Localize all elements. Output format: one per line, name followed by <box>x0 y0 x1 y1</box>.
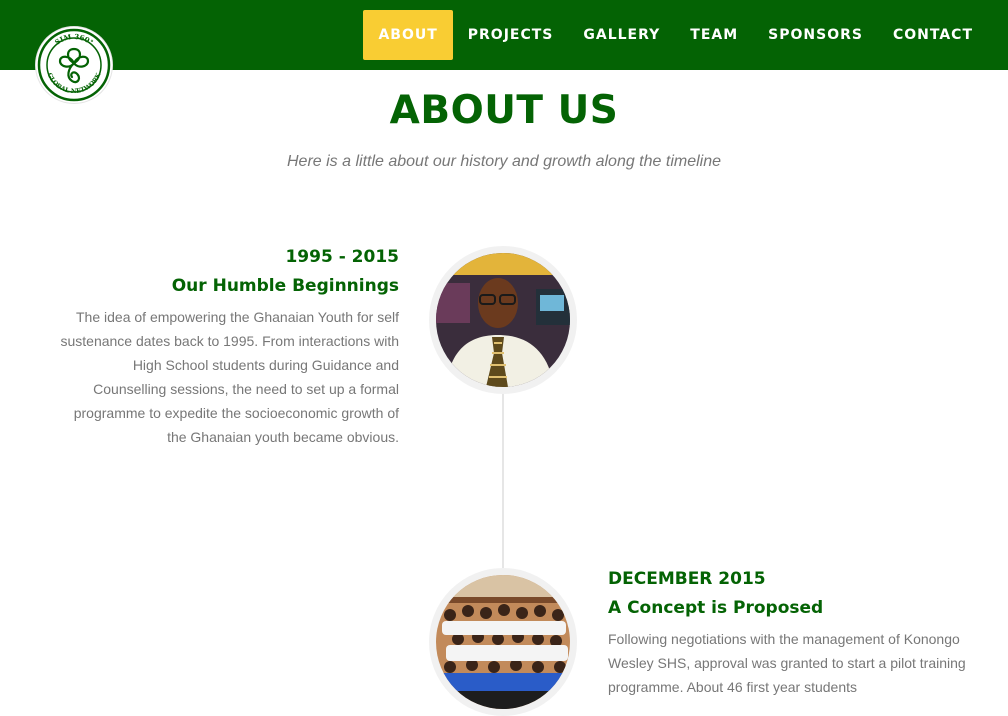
timeline-entry-2-heading: A Concept is Proposed <box>608 598 824 618</box>
timeline-entry-2-body: Following negotiations with the manageme… <box>608 631 966 695</box>
page-title: ABOUT US <box>389 88 619 133</box>
celtic-knot-logo-icon: SIM 360° GLOBAL NETWORK <box>37 28 111 102</box>
main-nav: ABOUT PROJECTS GALLERY TEAM SPONSORS CON… <box>363 10 988 60</box>
timeline-entry-2-panel: DECEMBER 2015 A Concept is Proposed Foll… <box>608 565 968 699</box>
founder-portrait-image <box>436 253 570 387</box>
nav-team-link[interactable]: TEAM <box>675 10 753 60</box>
timeline-entry-2-image <box>429 568 577 716</box>
nav-sponsors-link[interactable]: SPONSORS <box>753 10 878 60</box>
site-logo[interactable]: SIM 360° GLOBAL NETWORK <box>36 27 112 103</box>
timeline-entry-1-image <box>429 246 577 394</box>
top-navbar: ABOUT PROJECTS GALLERY TEAM SPONSORS CON… <box>0 0 1008 70</box>
timeline-entry-1-panel: 1995 - 2015 Our Humble Beginnings The id… <box>60 243 399 449</box>
timeline-entry-1-heading: Our Humble Beginnings <box>171 276 399 296</box>
timeline-entry-1-date: 1995 - 2015 <box>285 247 399 267</box>
page-subtitle: Here is a little about our history and g… <box>286 153 721 170</box>
nav-gallery-link[interactable]: GALLERY <box>568 10 675 60</box>
nav-about-link[interactable]: ABOUT <box>363 10 453 60</box>
nav-projects-link[interactable]: PROJECTS <box>453 10 569 60</box>
nav-contact-link[interactable]: CONTACT <box>878 10 988 60</box>
timeline-entry-1-body: The idea of empowering the Ghanaian Yout… <box>60 309 399 445</box>
timeline-entry-2-date: DECEMBER 2015 <box>608 569 766 589</box>
students-group-image <box>436 575 570 709</box>
